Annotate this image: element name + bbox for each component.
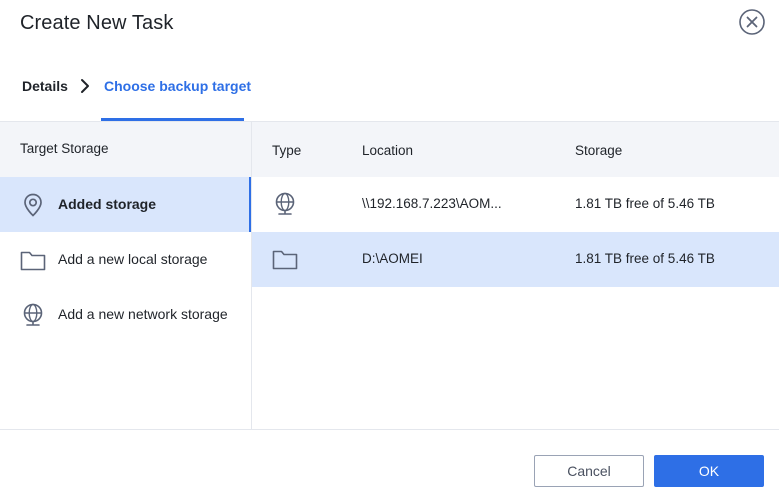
column-header-location: Location [362, 143, 414, 158]
cancel-button[interactable]: Cancel [534, 455, 644, 487]
row-storage: 1.81 TB free of 5.46 TB [575, 251, 715, 266]
dialog-title: Create New Task [20, 12, 174, 34]
ok-button[interactable]: OK [654, 455, 764, 487]
breadcrumb: Details Choose backup target [0, 64, 779, 121]
nav-item-label: Add a new network storage [58, 306, 228, 322]
table-header: Type Location Storage [252, 122, 779, 177]
chevron-right-icon [78, 78, 92, 94]
breadcrumb-details[interactable]: Details [22, 78, 68, 94]
target-storage-header-label: Target Storage [20, 141, 109, 156]
storage-table: Type Location Storage \\192.168.7.223\AO… [252, 122, 779, 429]
footer-divider [0, 429, 779, 430]
nav-item-label: Added storage [58, 196, 157, 212]
row-storage: 1.81 TB free of 5.46 TB [575, 196, 715, 211]
location-pin-icon [20, 192, 46, 218]
nav-item-add-local-storage[interactable]: Add a new local storage [0, 232, 251, 287]
table-row[interactable]: D:\AOMEI 1.81 TB free of 5.46 TB [252, 232, 779, 287]
folder-icon [20, 247, 46, 273]
target-storage-panel: Target Storage Added storage Add a new l… [0, 122, 252, 429]
row-location: D:\AOMEI [362, 251, 423, 266]
globe-icon [272, 191, 298, 217]
breadcrumb-choose-target[interactable]: Choose backup target [104, 78, 251, 94]
target-storage-header: Target Storage [0, 122, 251, 177]
nav-item-label: Add a new local storage [58, 251, 208, 267]
close-icon[interactable] [738, 8, 766, 36]
globe-icon [20, 302, 46, 328]
table-row[interactable]: \\192.168.7.223\AOM... 1.81 TB free of 5… [252, 177, 779, 232]
nav-item-added-storage[interactable]: Added storage [0, 177, 251, 232]
create-task-dialog: Create New Task Details Choose backup ta… [0, 0, 779, 496]
column-header-type: Type [272, 143, 302, 158]
row-location: \\192.168.7.223\AOM... [362, 196, 502, 211]
column-header-storage: Storage [575, 143, 623, 158]
nav-item-add-network-storage[interactable]: Add a new network storage [0, 287, 251, 342]
folder-icon [272, 246, 298, 272]
